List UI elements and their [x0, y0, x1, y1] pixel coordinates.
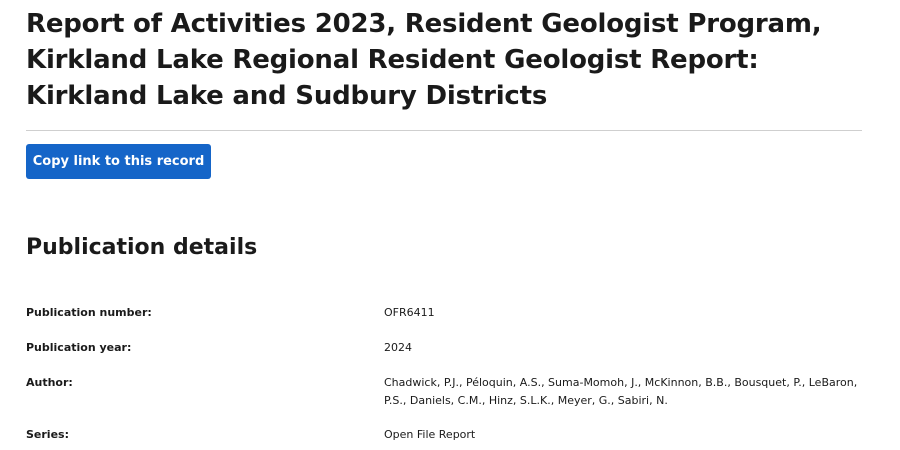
publication-year-value: 2024	[384, 341, 412, 354]
publication-year-label: Publication year:	[26, 341, 132, 354]
series-value: Open File Report	[384, 428, 476, 441]
publication-details-heading: Publication details	[26, 235, 258, 260]
copy-link-button[interactable]: Copy link to this record	[26, 144, 211, 179]
author-label: Author:	[26, 376, 73, 389]
series-label: Series:	[26, 428, 69, 441]
author-value: Chadwick, P.J., Péloquin, A.S., Suma-Mom…	[384, 376, 858, 407]
title-divider	[26, 130, 862, 131]
page-title: Report of Activities 2023, Resident Geol…	[26, 9, 822, 111]
publication-number-label: Publication number:	[26, 306, 152, 319]
publication-number-value: OFR6411	[384, 306, 435, 319]
